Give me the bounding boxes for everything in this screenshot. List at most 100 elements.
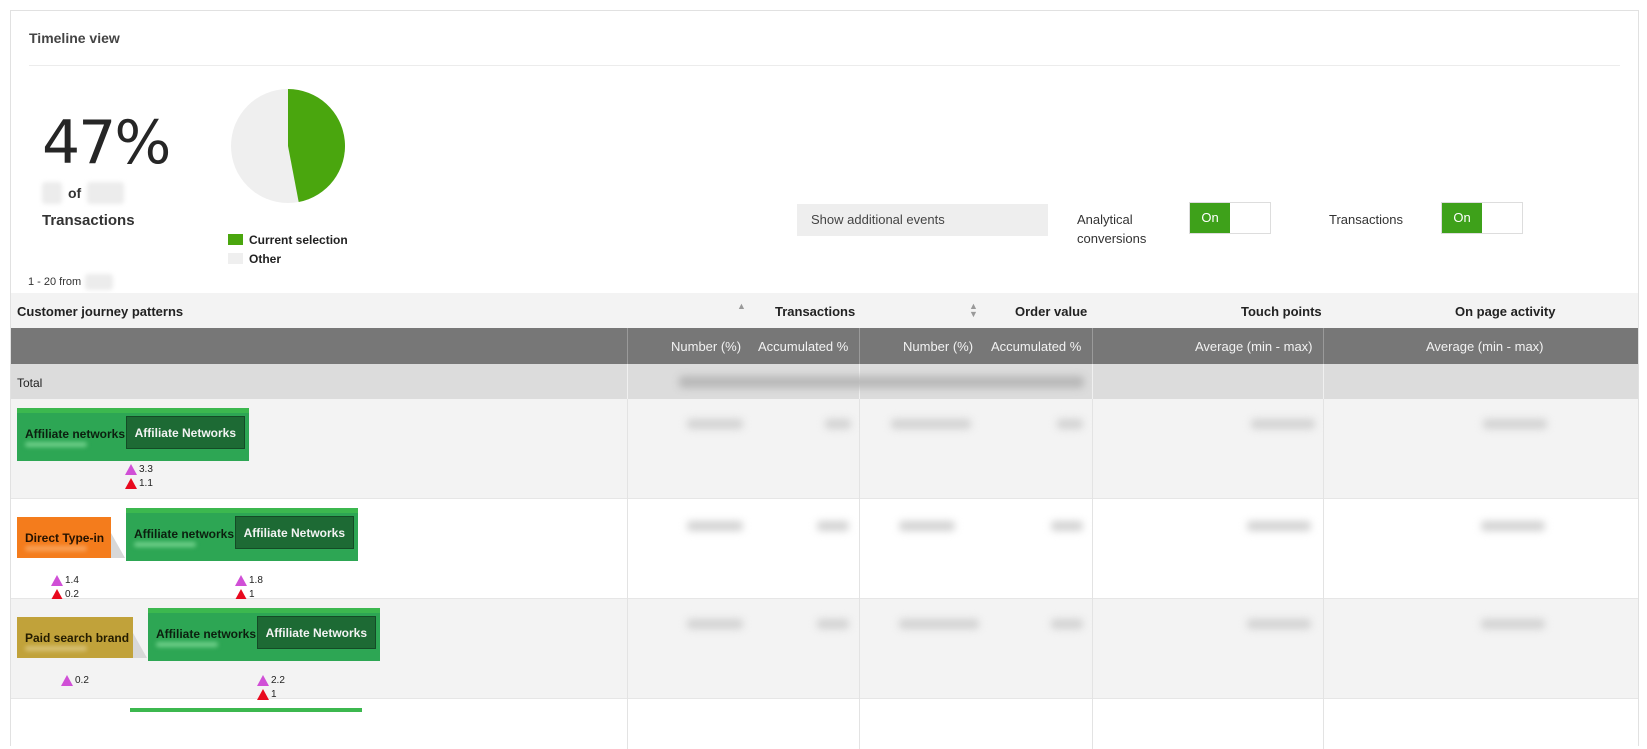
redacted-count — [85, 274, 114, 290]
legend-item-current: Current selection — [228, 230, 348, 249]
step-label: Affiliate networks — [25, 427, 126, 441]
column-divider — [1092, 599, 1093, 699]
analytical-conversions-toggle[interactable]: On — [1189, 202, 1271, 234]
journey-step-affiliate[interactable]: Affiliate networks Affiliate Networks — [17, 408, 249, 461]
step-label: Paid search brand — [25, 631, 130, 645]
journey-step-affiliate[interactable]: Affiliate networks Affiliate Networks — [126, 508, 358, 561]
redacted-cell — [1051, 619, 1083, 629]
column-divider — [627, 599, 628, 699]
redacted-cell — [1483, 419, 1547, 429]
col-order-value[interactable]: Order value — [1015, 304, 1087, 319]
page-range-label: 1 - 20 from — [28, 276, 82, 288]
toggle-on-state: On — [1442, 203, 1482, 233]
step-detail-label: Affiliate Networks — [234, 516, 354, 549]
journey-step-partial[interactable] — [130, 708, 362, 712]
touch-metric: 1.8 — [235, 573, 263, 587]
touch-triangle-icon — [257, 674, 269, 686]
timeline-card: Timeline view 47% of Transactions 1 - 20… — [10, 10, 1639, 749]
column-divider — [1323, 364, 1324, 399]
alert-triangle-icon — [235, 588, 247, 600]
subhead-number-pct: Number (%) — [903, 339, 974, 354]
redacted-step-detail — [134, 542, 196, 547]
table-sub-header: Number (%) Accumulated % Number (%) Accu… — [11, 328, 1638, 364]
touch-triangle-icon — [235, 574, 247, 586]
touch-metric: 1.4 — [51, 573, 79, 587]
metric-value: 1.1 — [139, 477, 153, 489]
analytical-conversions-label: Analytical conversions — [1077, 210, 1146, 248]
share-label: Transactions — [42, 212, 135, 229]
redacted-step-detail — [25, 546, 87, 551]
step-label: Affiliate networks — [134, 527, 235, 541]
title-divider — [29, 65, 1620, 66]
touch-triangle-icon — [51, 574, 63, 586]
pie-slice-current — [288, 89, 345, 202]
redacted-cell — [817, 521, 849, 531]
analytical-label-line1: Analytical — [1077, 212, 1133, 227]
metric-value: 1 — [271, 688, 277, 700]
column-divider — [859, 328, 860, 364]
redacted-step-detail — [25, 442, 87, 447]
step-connector — [133, 633, 147, 658]
col-on-page-activity[interactable]: On page activity — [1455, 304, 1555, 319]
table-row[interactable]: Affiliate networks Affiliate Networks 3.… — [11, 399, 1638, 499]
col-customer-journey[interactable]: Customer journey patterns — [17, 304, 183, 319]
legend-swatch-other — [228, 253, 243, 264]
legend-label-current: Current selection — [249, 232, 348, 247]
redacted-step-detail — [25, 646, 87, 651]
redacted-cell — [891, 419, 971, 429]
col-touch-points[interactable]: Touch points — [1241, 304, 1322, 319]
column-divider — [627, 364, 628, 399]
share-percentage: 47% — [42, 108, 171, 178]
total-row: Total — [11, 364, 1638, 399]
step-label: Affiliate networks — [156, 627, 257, 641]
redacted-cell — [899, 619, 979, 629]
redacted-cell — [1057, 419, 1083, 429]
legend-item-other: Other — [228, 249, 348, 268]
show-additional-events-button[interactable]: Show additional events — [797, 204, 1048, 236]
column-divider — [1092, 399, 1093, 499]
step-detail-label: Affiliate Networks — [256, 616, 376, 649]
redacted-cell — [687, 419, 743, 429]
column-divider — [859, 499, 860, 599]
step-detail-label: Affiliate Networks — [125, 416, 245, 449]
table-group-header: Customer journey patterns ▲ Transactions… — [11, 293, 1638, 328]
metric-value: 0.2 — [75, 674, 89, 686]
redacted-cell — [1251, 419, 1315, 429]
table-row[interactable]: Paid search brand Affiliate networks Aff… — [11, 599, 1638, 700]
legend-label-other: Other — [249, 251, 282, 266]
column-divider — [859, 699, 860, 749]
redacted-cell — [1481, 619, 1545, 629]
analytical-label-line2: conversions — [1077, 231, 1147, 246]
redacted-cell — [1247, 521, 1311, 531]
journey-step-paid-search[interactable]: Paid search brand — [17, 617, 133, 658]
redacted-step-detail — [156, 642, 218, 647]
journey-step-direct[interactable]: Direct Type-in — [17, 517, 111, 558]
column-divider — [627, 328, 628, 364]
table-row[interactable] — [11, 699, 1638, 749]
metric-value: 1.4 — [65, 574, 79, 586]
touch-metric: 0.2 — [61, 673, 89, 687]
page-range: 1 - 20 from — [28, 274, 114, 290]
redacted-total — [87, 182, 125, 204]
subhead-average: Average (min - max) — [1426, 339, 1544, 354]
sort-asc-icon[interactable]: ▲ — [737, 302, 746, 311]
transactions-toggle-label: Transactions — [1329, 212, 1403, 227]
redacted-cell — [825, 419, 851, 429]
pie-legend: Current selection Other — [228, 230, 348, 268]
column-divider — [1092, 699, 1093, 749]
card-title: Timeline view — [29, 30, 120, 46]
metric-value: 2.2 — [271, 674, 285, 686]
subhead-accumulated-pct: Accumulated % — [758, 339, 849, 354]
alert-triangle-icon — [257, 688, 269, 700]
step-connector — [111, 533, 125, 558]
column-divider — [627, 699, 628, 749]
redacted-cell — [687, 619, 743, 629]
table-row[interactable]: Direct Type-in Affiliate networks Affili… — [11, 499, 1638, 600]
sort-icon[interactable]: ▲ ▼ — [969, 302, 978, 319]
journey-step-affiliate[interactable]: Affiliate networks Affiliate Networks — [148, 608, 380, 661]
col-transactions[interactable]: Transactions — [775, 304, 855, 319]
touch-metric: 3.3 — [125, 462, 153, 476]
touch-metric: 1.1 — [125, 476, 153, 490]
toggle-on-state: On — [1190, 203, 1230, 233]
transactions-toggle[interactable]: On — [1441, 202, 1523, 234]
